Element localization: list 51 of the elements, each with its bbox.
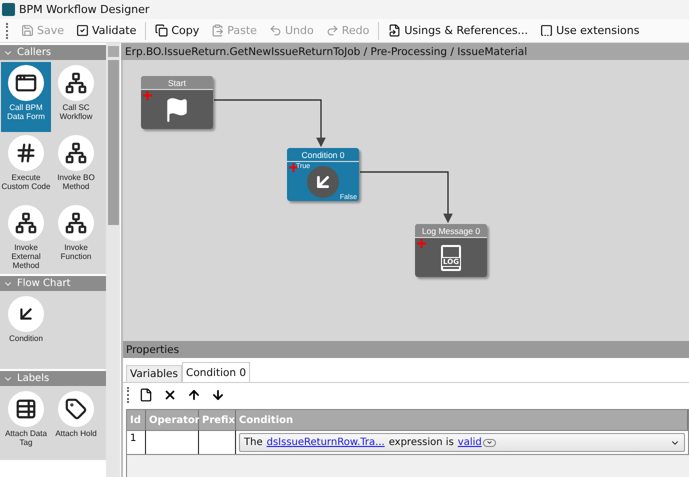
hold-icon — [58, 391, 94, 427]
save-icon — [21, 24, 34, 37]
scrollbar[interactable] — [106, 43, 120, 477]
toolbar-button[interactable]: Copy — [150, 24, 204, 37]
paste-icon — [211, 24, 224, 37]
condition-link[interactable]: valid — [458, 437, 482, 448]
form-icon — [8, 65, 44, 101]
undo-icon — [268, 24, 282, 37]
move-up-button[interactable] — [187, 388, 201, 402]
palette-item[interactable]: Execute Custom Code — [1, 132, 51, 202]
delete-button[interactable] — [163, 388, 177, 402]
condition-text: expression is — [388, 437, 454, 448]
new-file-button[interactable] — [139, 388, 153, 402]
toolbar-button[interactable]: Validate — [71, 24, 142, 37]
toolbar-button[interactable]: Usings & References... — [383, 24, 534, 37]
condition-text: The — [244, 437, 263, 448]
palette-item[interactable]: Attach Hold — [51, 388, 101, 458]
palette-item[interactable]: Call SC Workflow — [51, 62, 101, 132]
code-icon — [8, 135, 44, 171]
condition-dropdown[interactable]: The dsIssueReturnRow.Tra... expression is valid — [239, 433, 685, 452]
window-title: BPM Workflow Designer — [19, 3, 150, 16]
validate-icon — [76, 24, 90, 37]
redo-icon — [326, 24, 339, 37]
column-header: Id — [127, 410, 146, 430]
column-header: Prefix — [199, 410, 236, 430]
column-header: Operator — [146, 410, 199, 430]
condition-link[interactable]: dsIssueReturnRow.Tra... — [266, 437, 385, 448]
column-header: Condition — [236, 410, 688, 430]
app-logo-icon — [2, 3, 15, 16]
palette-item[interactable]: Attach Data Tag — [1, 388, 51, 458]
small-dropdown-icon[interactable] — [482, 438, 496, 446]
palette-item[interactable]: Invoke External Method — [1, 202, 51, 272]
properties-header: Properties — [123, 341, 689, 358]
copy-icon — [155, 24, 168, 37]
palette-item[interactable]: Invoke BO Method — [51, 132, 101, 202]
palette-item[interactable]: Invoke Function — [51, 202, 101, 272]
datatag-icon — [8, 391, 44, 427]
condition-icon — [8, 296, 44, 332]
add-icon — [289, 163, 298, 172]
table-cell: 1 — [127, 430, 146, 454]
move-down-button[interactable] — [211, 388, 225, 402]
palette-item[interactable]: Call BPM Data Form — [1, 62, 51, 132]
workflow-icon — [58, 65, 94, 101]
toolbar-button[interactable]: Use extensions — [535, 24, 644, 37]
add-icon — [143, 91, 152, 100]
tab[interactable]: Condition 0 — [182, 362, 250, 382]
add-icon — [417, 239, 426, 248]
breadcrumb-path: Erp.BO.IssueReturn.GetNewIssueReturnToJob / Pre-Processing / IssueMaterial — [121, 43, 689, 60]
palette-item[interactable]: Condition — [1, 293, 51, 363]
flag-icon — [164, 96, 190, 122]
tab[interactable]: Variables — [126, 365, 182, 382]
